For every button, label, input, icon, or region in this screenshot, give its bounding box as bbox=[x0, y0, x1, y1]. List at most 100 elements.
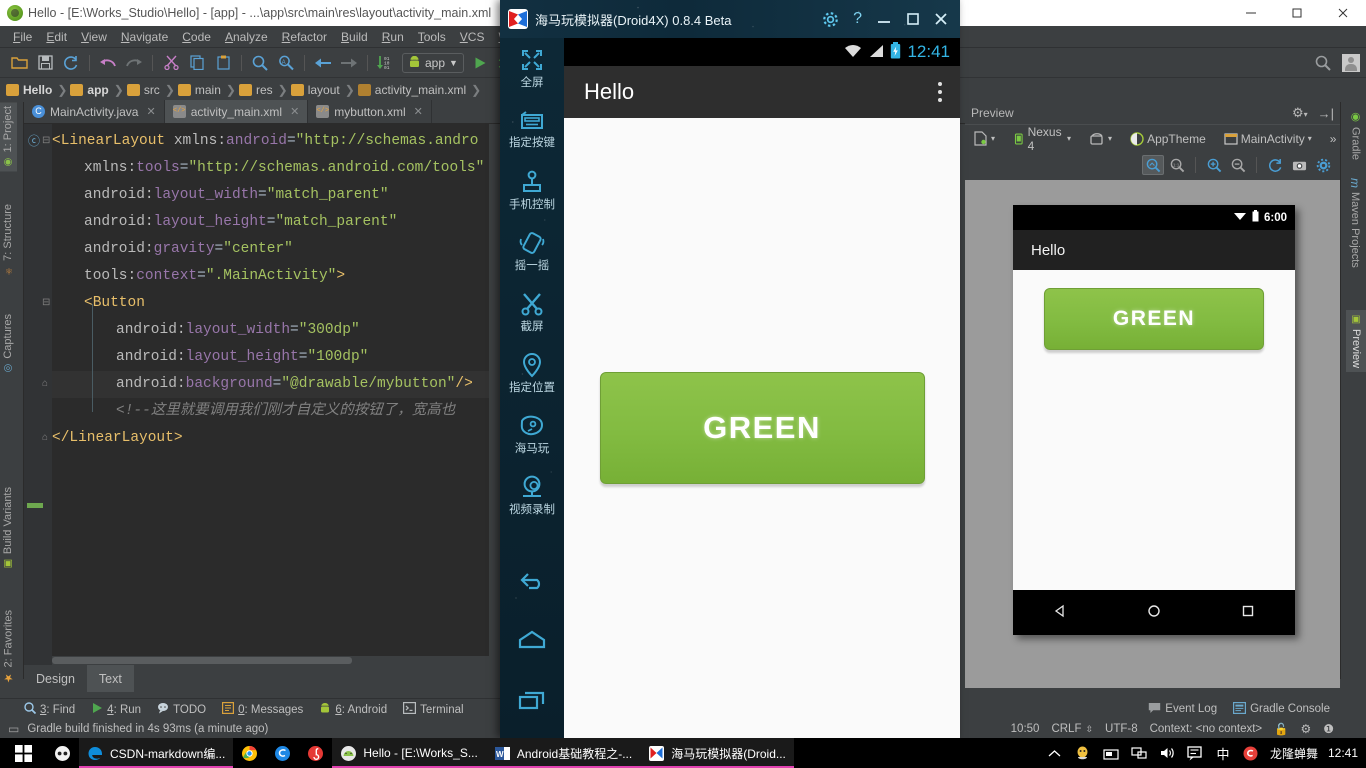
search-everywhere-icon[interactable] bbox=[1310, 51, 1336, 75]
close-tab-icon[interactable]: ✕ bbox=[146, 105, 155, 118]
tool-window-gradleconsole[interactable]: Gradle Console bbox=[1233, 701, 1330, 717]
emulator-screen[interactable]: 12:41 Hello GREEN bbox=[564, 38, 960, 738]
help-question-icon[interactable]: ? bbox=[853, 10, 862, 28]
sidebar-item-maven[interactable]: m Maven Projects bbox=[1344, 174, 1366, 272]
qq-icon[interactable] bbox=[1074, 744, 1092, 762]
editor-tab-mainactivity-java[interactable]: C MainActivity.java ✕ bbox=[24, 100, 165, 123]
emulator-back-button[interactable] bbox=[500, 550, 564, 610]
breadcrumb-item-src[interactable]: src bbox=[126, 83, 162, 97]
menu-item-vcs[interactable]: VCS bbox=[453, 28, 492, 46]
zoom-to-fit-icon[interactable] bbox=[1142, 155, 1164, 175]
replace-icon[interactable]: A bbox=[273, 51, 299, 75]
sidebar-item-build-variants[interactable]: ▣ Build Variants bbox=[0, 483, 17, 573]
tool-window-run[interactable]: 4: Run bbox=[91, 702, 141, 717]
emulator-tool-record[interactable]: 视频录制 bbox=[500, 465, 564, 526]
back-triangle-icon[interactable] bbox=[1052, 603, 1068, 622]
home-circle-icon[interactable] bbox=[1146, 603, 1162, 622]
fold-icon[interactable]: ⌂ bbox=[42, 378, 48, 389]
breadcrumb-item-layout[interactable]: layout bbox=[290, 83, 342, 97]
menu-item-navigate[interactable]: Navigate bbox=[114, 28, 175, 46]
ide-close-button[interactable] bbox=[1320, 0, 1366, 26]
breadcrumb-item-main[interactable]: main bbox=[177, 83, 223, 97]
tool-window-eventlog[interactable]: Event Log bbox=[1148, 702, 1217, 717]
ime-chinese-icon[interactable]: 中 bbox=[1214, 744, 1232, 762]
taskbar-item-edge[interactable]: CSDN-markdown编... bbox=[79, 738, 234, 768]
tool-window-find[interactable]: 3: Find bbox=[24, 702, 75, 717]
menu-item-file[interactable]: File bbox=[6, 28, 39, 46]
breadcrumb-item-hello[interactable]: Hello bbox=[6, 83, 54, 97]
android-green-button[interactable]: GREEN bbox=[599, 372, 925, 484]
tool-window-messages[interactable]: 0: Messages bbox=[222, 702, 303, 717]
status-line-separator[interactable]: CRLF ⇳ bbox=[1051, 723, 1093, 735]
chevron-up-icon[interactable] bbox=[1046, 744, 1064, 762]
cut-icon[interactable] bbox=[158, 51, 184, 75]
sidebar-item-captures[interactable]: ◎ Captures bbox=[0, 310, 17, 378]
preview-activity-selector[interactable]: MainActivity ▾ bbox=[1220, 130, 1316, 148]
preview-green-button[interactable]: GREEN bbox=[1044, 288, 1264, 350]
fold-icon[interactable]: ⊟ bbox=[42, 135, 50, 146]
emulator-tool-screenshot[interactable]: 截屏 bbox=[500, 282, 564, 343]
java-class-marker-icon[interactable]: ⓒ bbox=[28, 132, 40, 149]
copy-icon[interactable] bbox=[184, 51, 210, 75]
emulator-recents-button[interactable] bbox=[500, 670, 564, 730]
emulator-tool-keymapping[interactable]: 指定按键 bbox=[500, 99, 564, 160]
settings-gear-icon[interactable] bbox=[822, 11, 839, 28]
preview-settings-gear-icon[interactable]: ⚙▾ bbox=[1292, 105, 1308, 121]
preview-hide-icon[interactable]: →| bbox=[1318, 106, 1334, 121]
avatar[interactable] bbox=[1342, 53, 1360, 72]
close-tab-icon[interactable]: ✕ bbox=[290, 105, 299, 118]
open-project-icon[interactable] bbox=[6, 51, 32, 75]
taskbar-clock[interactable]: 12:41 bbox=[1328, 746, 1358, 760]
fold-icon[interactable]: ⊟ bbox=[42, 297, 50, 308]
taskbar-item-android-studio[interactable]: Hello - [E:\Works_S... bbox=[332, 738, 487, 768]
taskbar-item-sogou[interactable] bbox=[266, 738, 299, 768]
fold-icon[interactable]: ⌂ bbox=[42, 432, 48, 443]
minimize-icon[interactable] bbox=[876, 13, 892, 25]
menu-item-refactor[interactable]: Refactor bbox=[275, 28, 334, 46]
network-icon[interactable] bbox=[1130, 744, 1148, 762]
editor-horizontal-scrollbar[interactable] bbox=[52, 656, 499, 665]
find-icon[interactable] bbox=[247, 51, 273, 75]
preview-overflow-button[interactable]: » bbox=[1326, 130, 1341, 148]
ime-panel-icon[interactable] bbox=[1186, 744, 1204, 762]
menu-item-edit[interactable]: Edit bbox=[39, 28, 74, 46]
breadcrumb-item-activity-main-xml[interactable]: activity_main.xml bbox=[357, 83, 468, 97]
volume-icon[interactable] bbox=[1158, 744, 1176, 762]
emulator-tool-shake[interactable]: 摇一摇 bbox=[500, 221, 564, 282]
forward-navigate-icon[interactable] bbox=[336, 51, 362, 75]
zoom-out-icon[interactable] bbox=[1227, 155, 1249, 175]
notification-icon[interactable]: ❶ bbox=[1323, 722, 1334, 736]
editor-gutter[interactable] bbox=[24, 124, 52, 665]
tab-text[interactable]: Text bbox=[86, 665, 134, 692]
ide-maximize-button[interactable] bbox=[1274, 0, 1320, 26]
code-editor[interactable]: <LinearLayout xmlns:android="http://sche… bbox=[24, 124, 499, 665]
taskbar-item-chrome[interactable] bbox=[233, 738, 266, 768]
sidebar-item-favorites[interactable]: ★ 2: Favorites bbox=[0, 606, 18, 688]
tool-window-terminal[interactable]: Terminal bbox=[403, 702, 464, 717]
settings-icon[interactable] bbox=[1312, 155, 1334, 175]
sogou-tray-icon[interactable] bbox=[1242, 744, 1260, 762]
screenshot-icon[interactable] bbox=[1288, 155, 1310, 175]
ide-minimize-button[interactable] bbox=[1228, 0, 1274, 26]
undo-icon[interactable] bbox=[95, 51, 121, 75]
run-button[interactable] bbox=[467, 51, 493, 75]
taskbar-item-word[interactable]: W Android基础教程之-... bbox=[485, 738, 641, 768]
emulator-home-button[interactable] bbox=[500, 610, 564, 670]
zoom-in-icon[interactable] bbox=[1203, 155, 1225, 175]
tool-window-android[interactable]: 6: Android bbox=[319, 702, 387, 717]
preview-theme-selector[interactable]: AppTheme bbox=[1126, 130, 1210, 148]
sidebar-item-gradle[interactable]: ◉ Gradle bbox=[1345, 106, 1366, 164]
emulator-tool-phonecontrol[interactable]: 手机控制 bbox=[500, 160, 564, 221]
taskbar-item-droid4x[interactable]: 海马玩模拟器(Droid... bbox=[640, 738, 794, 768]
screenshot-tray-icon[interactable] bbox=[1102, 744, 1120, 762]
recents-square-icon[interactable] bbox=[1240, 603, 1256, 622]
sidebar-item-project[interactable]: ◉ 1: Project bbox=[0, 102, 17, 172]
save-all-icon[interactable] bbox=[32, 51, 58, 75]
menu-item-build[interactable]: Build bbox=[334, 28, 375, 46]
preview-canvas[interactable]: 6:00 Hello GREEN bbox=[965, 180, 1340, 688]
emulator-tool-droid4x[interactable]: 海马玩 bbox=[500, 404, 564, 465]
inspection-icon[interactable]: ⚙ bbox=[1300, 722, 1311, 736]
run-configuration-selector[interactable]: app ▼ bbox=[402, 52, 464, 73]
preview-device-selector[interactable]: Nexus 4 ▾ bbox=[1009, 123, 1075, 155]
start-button[interactable] bbox=[0, 738, 46, 768]
